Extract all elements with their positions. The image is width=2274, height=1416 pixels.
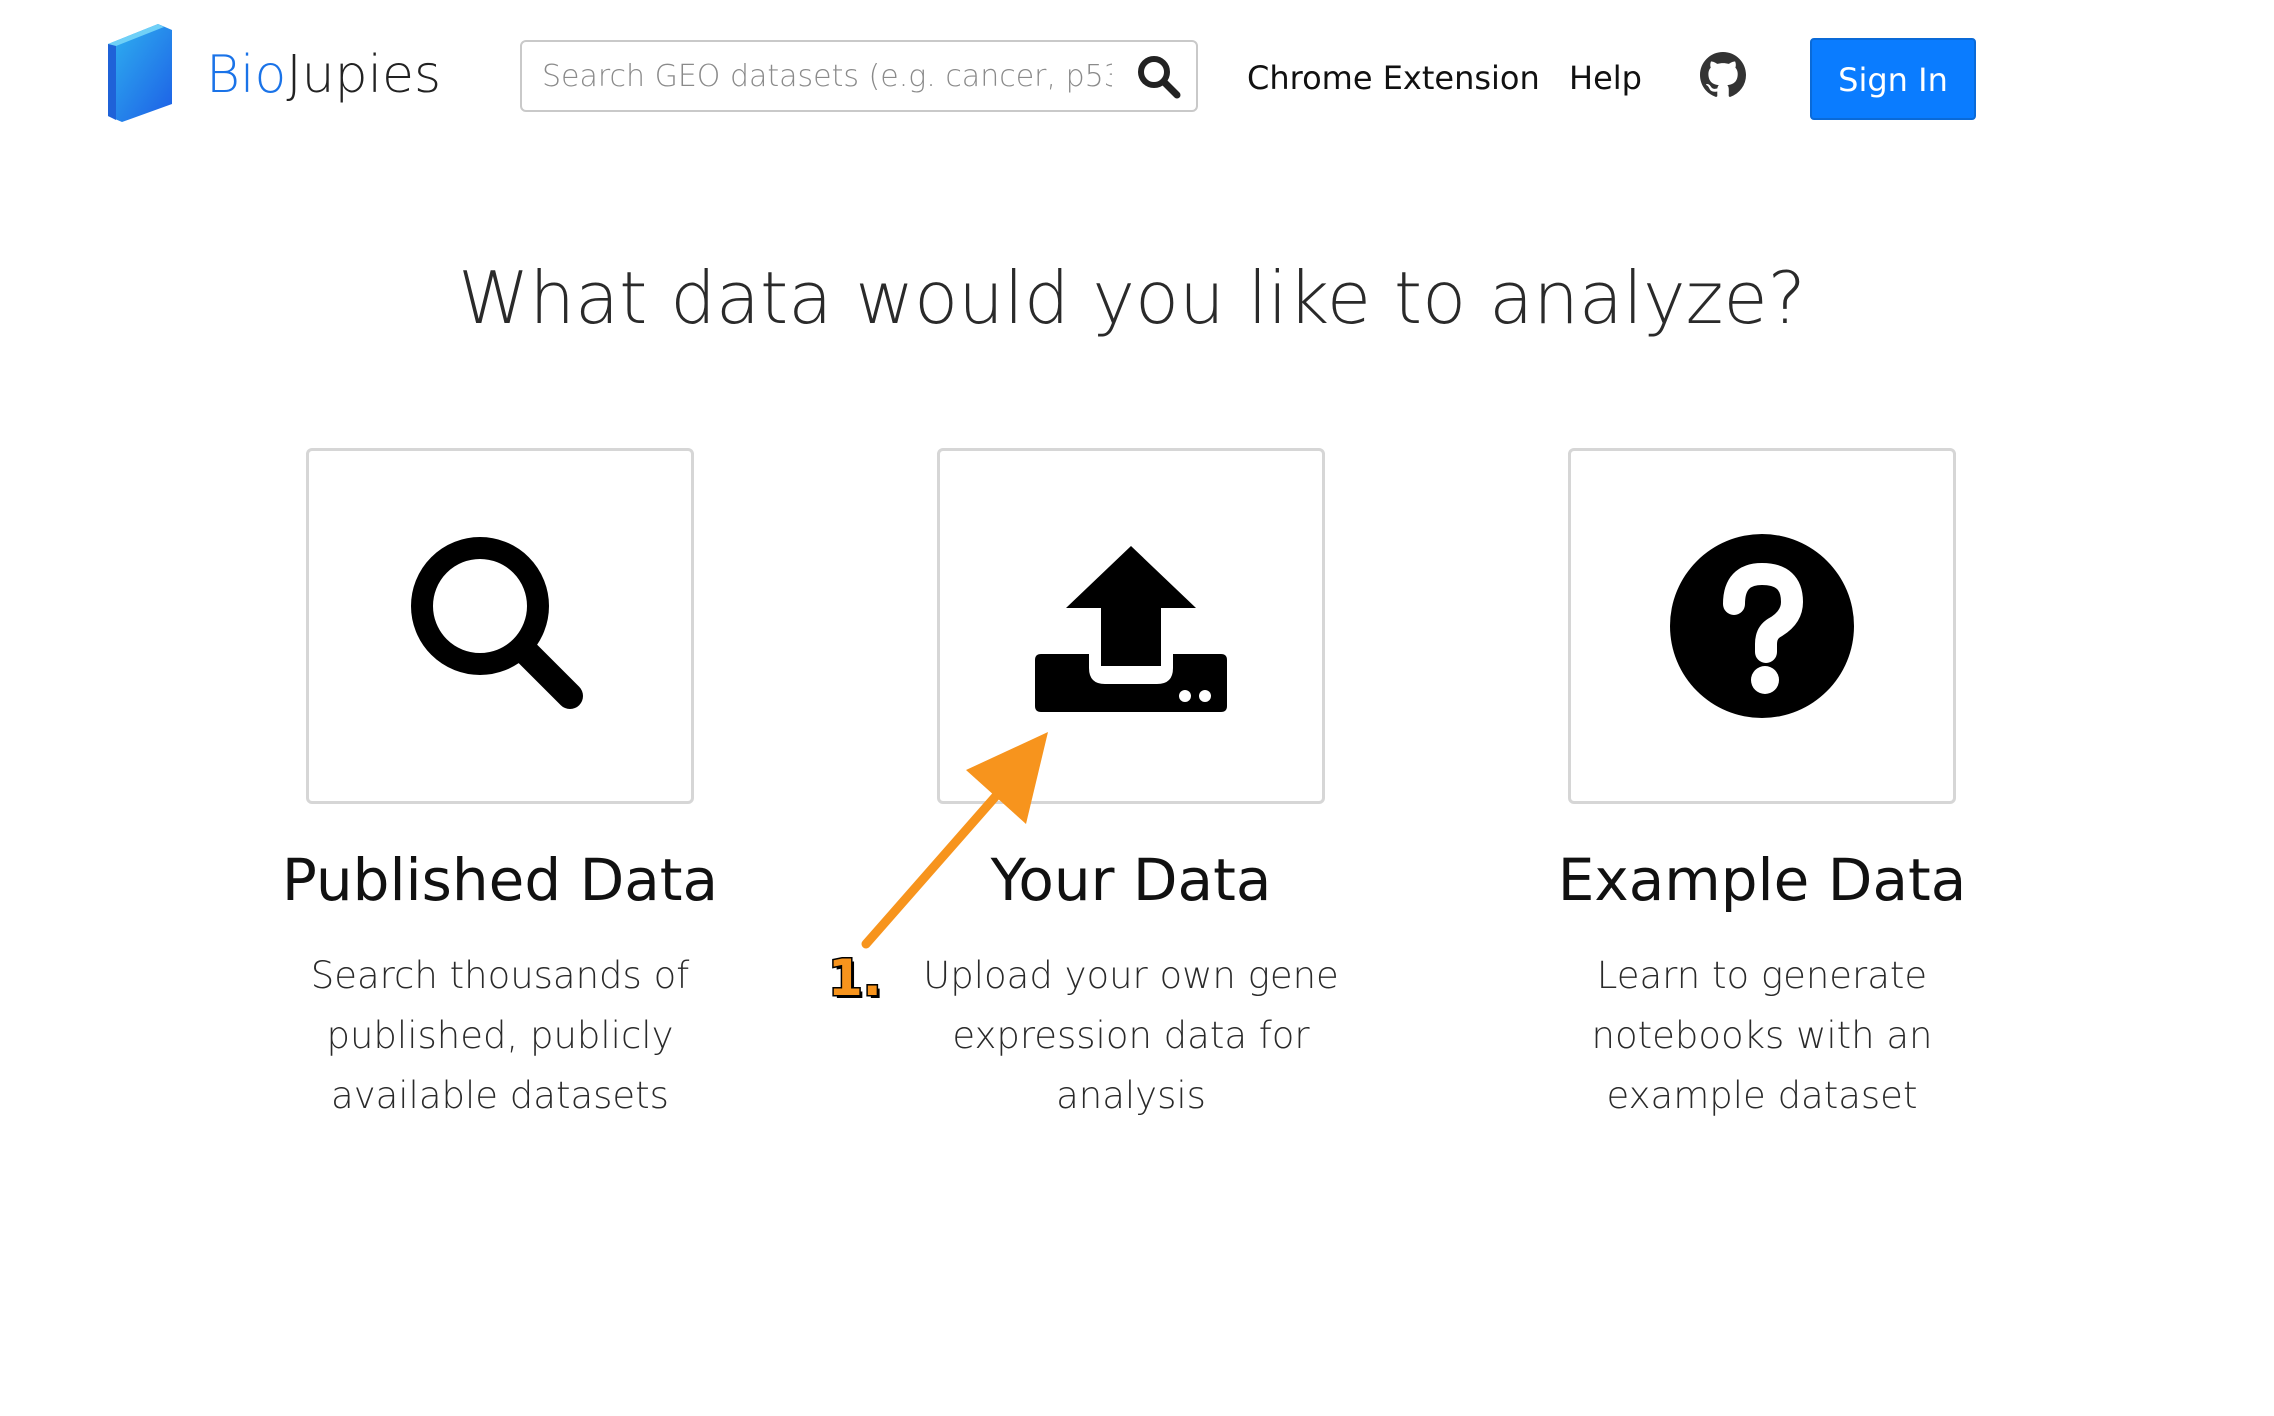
book-icon — [108, 24, 172, 122]
brand-jupies: Jupies — [286, 45, 442, 105]
biojupies-logo[interactable] — [100, 22, 176, 124]
github-link[interactable] — [1700, 52, 1746, 98]
chrome-extension-link[interactable]: Chrome Extension — [1247, 56, 1540, 100]
published-data-card[interactable] — [306, 448, 694, 804]
your-data-title[interactable]: Your Data — [821, 840, 1441, 920]
brand-bio: Bio — [206, 45, 287, 105]
search-button[interactable] — [1136, 54, 1182, 100]
search-icon — [411, 537, 583, 709]
published-data-description: Search thousands of published, publicly … — [310, 954, 690, 1117]
your-data-card[interactable] — [937, 448, 1325, 804]
github-icon — [1700, 52, 1746, 97]
upload-icon — [1035, 546, 1227, 712]
help-link[interactable]: Help — [1569, 56, 1642, 100]
published-data-title[interactable]: Published Data — [190, 840, 810, 920]
example-data-title[interactable]: Example Data — [1452, 840, 2072, 920]
question-circle-icon — [1670, 534, 1854, 718]
search-icon — [1138, 56, 1181, 99]
sign-in-button[interactable]: Sign In — [1810, 38, 1976, 120]
page-title: What data would you like to analyze? — [458, 256, 1806, 340]
your-data-description: Upload your own gene expression data for… — [923, 954, 1339, 1117]
annotation-step-label: 1. — [827, 948, 884, 1009]
example-data-card[interactable] — [1568, 448, 1956, 804]
example-data-description: Learn to generate notebooks with an exam… — [1591, 954, 1933, 1117]
brand-name[interactable]: BioJupies — [206, 40, 441, 110]
search-bar — [520, 40, 1198, 112]
search-input[interactable] — [542, 42, 1112, 110]
